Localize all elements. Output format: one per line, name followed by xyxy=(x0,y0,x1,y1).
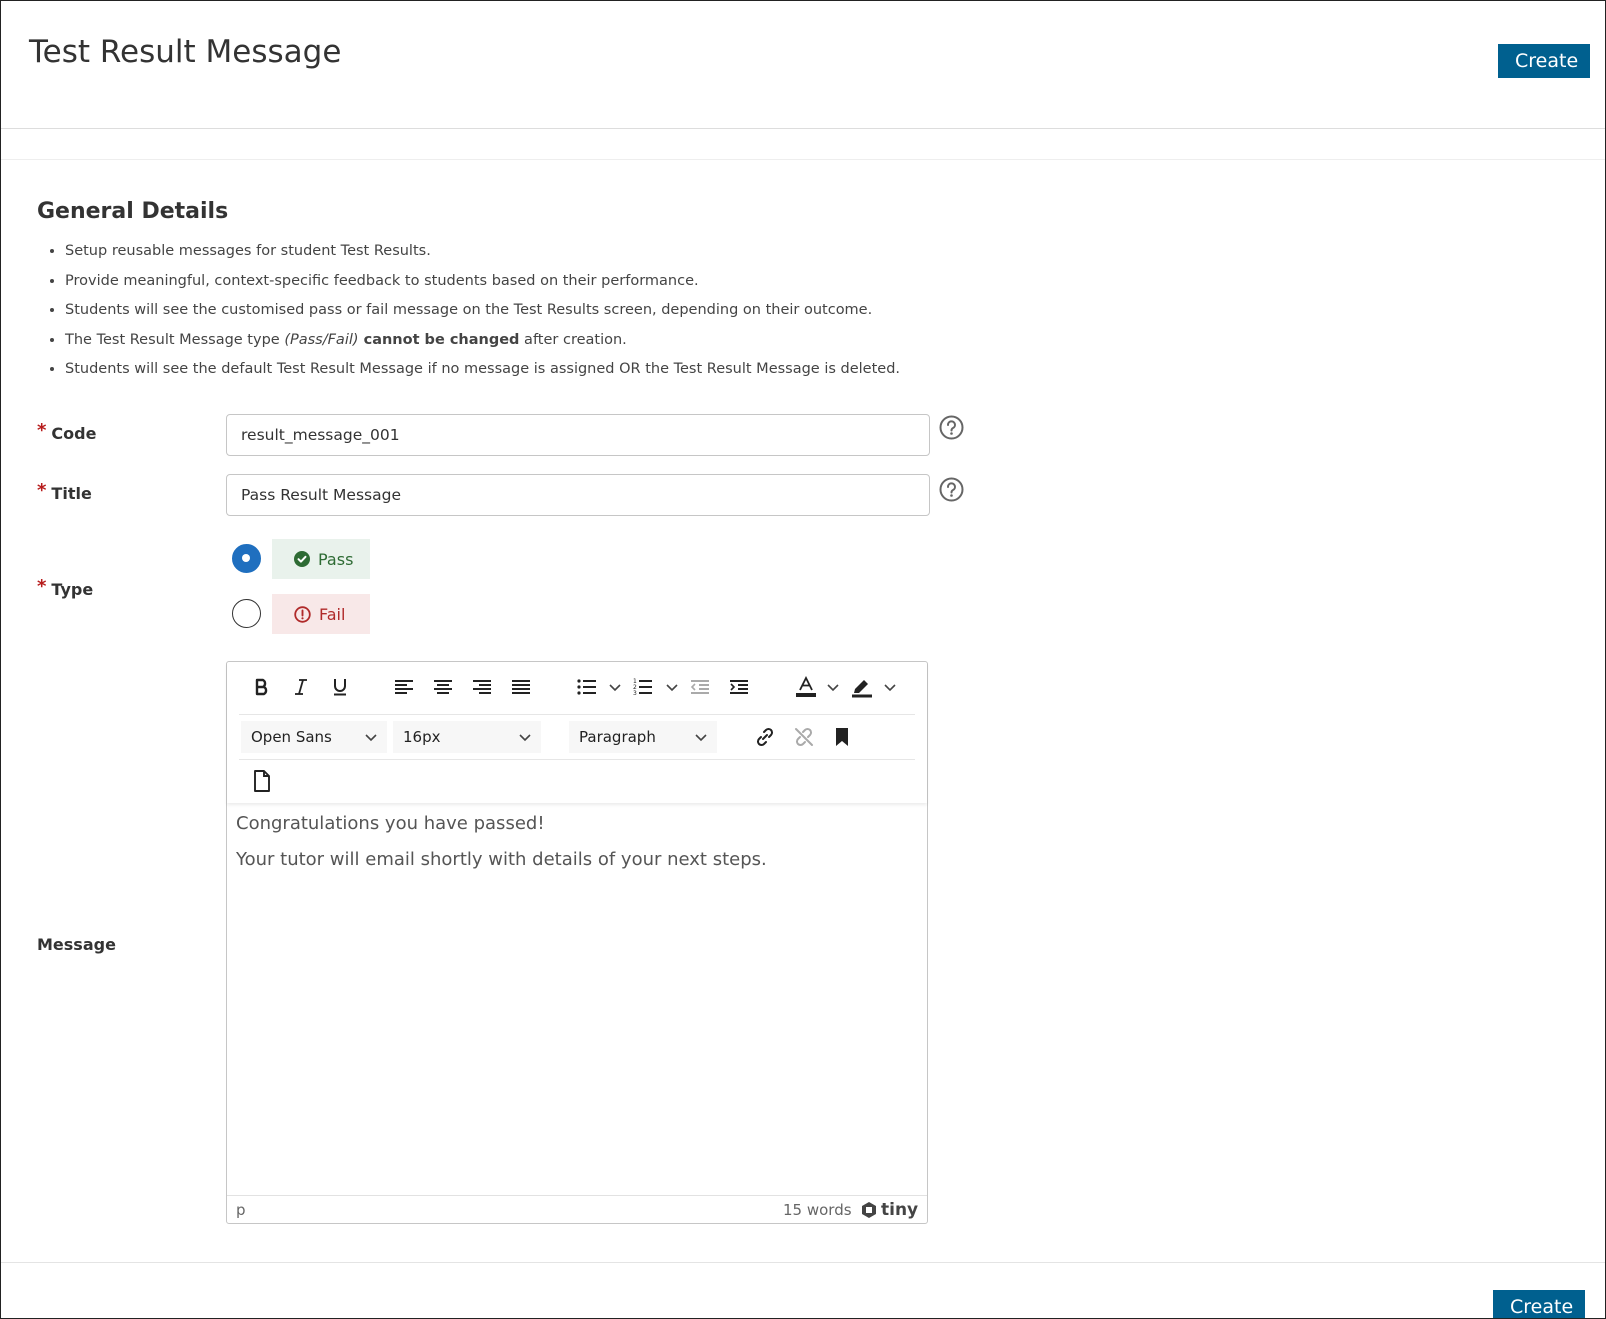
block-format-select[interactable]: Paragraph xyxy=(569,721,717,753)
alert-circle-icon xyxy=(294,605,311,623)
highlight-icon[interactable] xyxy=(845,670,879,704)
tiny-logo[interactable]: tiny xyxy=(860,1200,918,1220)
type-pass-radio[interactable] xyxy=(232,544,261,573)
editor-toolbar: 123 Open Sans 16px Paragraph xyxy=(227,662,927,803)
word-count[interactable]: 15 words xyxy=(783,1201,852,1219)
info-item: The Test Result Message type (Pass/Fail)… xyxy=(65,330,965,360)
toolbar-row xyxy=(239,760,915,802)
page-title: Test Result Message xyxy=(29,34,342,70)
rich-text-editor[interactable]: 123 Open Sans 16px Paragraph Congratulat… xyxy=(226,661,928,1224)
chevron-down-icon[interactable] xyxy=(884,683,896,693)
code-label-text: Code xyxy=(51,424,97,443)
content-paragraph: Congratulations you have passed! xyxy=(236,813,545,834)
info-item: Setup reusable messages for student Test… xyxy=(65,241,965,271)
toolbar-row: Open Sans 16px Paragraph xyxy=(239,715,915,760)
help-icon[interactable] xyxy=(939,477,964,502)
italic-icon[interactable] xyxy=(284,670,318,704)
align-right-icon[interactable] xyxy=(465,670,499,704)
pass-label: Pass xyxy=(318,549,354,569)
pass-badge[interactable]: Pass xyxy=(272,539,370,579)
type-label-text: Type xyxy=(51,580,94,599)
title-label-text: Title xyxy=(51,484,92,503)
chevron-down-icon[interactable] xyxy=(827,683,839,693)
page-header: Test Result Message Create xyxy=(1,1,1605,129)
bullet-list-icon[interactable] xyxy=(570,670,604,704)
info-item: Students will see the default Test Resul… xyxy=(65,359,965,389)
align-center-icon[interactable] xyxy=(426,670,460,704)
chevron-down-icon xyxy=(519,734,531,742)
underline-icon[interactable] xyxy=(323,670,357,704)
align-left-icon[interactable] xyxy=(387,670,421,704)
title-input[interactable] xyxy=(226,474,930,516)
divider xyxy=(1,159,1605,160)
type-label: * Type xyxy=(37,576,94,600)
required-mark: * xyxy=(37,420,47,441)
info-item: Provide meaningful, context-specific fee… xyxy=(65,271,965,301)
tiny-logo-text: tiny xyxy=(881,1200,919,1220)
chevron-down-icon xyxy=(365,734,377,742)
toolbar-row: 123 xyxy=(239,670,915,715)
numbered-list-icon[interactable]: 123 xyxy=(626,670,660,704)
info-italic: (Pass/Fail) xyxy=(284,331,359,348)
font-family-value: Open Sans xyxy=(251,728,332,746)
unlink-icon[interactable] xyxy=(787,720,821,754)
create-button-top[interactable]: Create xyxy=(1498,44,1590,78)
svg-text:3: 3 xyxy=(633,690,637,696)
divider xyxy=(1,1262,1605,1263)
required-mark: * xyxy=(37,480,47,501)
help-icon[interactable] xyxy=(939,415,964,440)
font-family-select[interactable]: Open Sans xyxy=(241,721,387,753)
info-list: Setup reusable messages for student Test… xyxy=(65,241,965,389)
text-color-icon[interactable] xyxy=(789,670,823,704)
element-path[interactable]: p xyxy=(236,1201,246,1219)
chevron-down-icon xyxy=(695,734,707,742)
create-button-bottom[interactable]: Create xyxy=(1493,1290,1585,1318)
title-label: * Title xyxy=(37,480,92,504)
font-size-value: 16px xyxy=(403,728,441,746)
align-justify-icon[interactable] xyxy=(504,670,538,704)
fail-badge[interactable]: Fail xyxy=(272,594,370,634)
content-paragraph: Your tutor will email shortly with detai… xyxy=(236,849,767,870)
bookmark-icon[interactable] xyxy=(825,720,859,754)
info-text: The Test Result Message type xyxy=(65,331,285,348)
editor-content[interactable]: Congratulations you have passed! Your tu… xyxy=(236,812,916,884)
page-frame: Test Result Message Create General Detai… xyxy=(0,0,1606,1319)
code-input[interactable] xyxy=(226,414,930,456)
link-icon[interactable] xyxy=(748,720,782,754)
indent-icon[interactable] xyxy=(722,670,756,704)
chevron-down-icon[interactable] xyxy=(666,683,678,693)
info-bold: cannot be changed xyxy=(358,331,520,348)
info-item: Students will see the customised pass or… xyxy=(65,300,965,330)
section-title: General Details xyxy=(37,199,229,224)
bold-icon[interactable] xyxy=(245,670,279,704)
block-format-value: Paragraph xyxy=(579,728,656,746)
type-fail-radio[interactable] xyxy=(232,599,261,628)
required-mark: * xyxy=(37,576,47,597)
tiny-logo-icon xyxy=(862,1202,876,1218)
check-circle-icon xyxy=(294,551,310,567)
document-icon[interactable] xyxy=(245,764,279,798)
message-label: Message xyxy=(37,935,116,954)
code-label: * Code xyxy=(37,420,97,444)
editor-statusbar: p 15 words tiny xyxy=(227,1195,927,1223)
outdent-icon[interactable] xyxy=(683,670,717,704)
info-text: after creation. xyxy=(519,331,627,348)
font-size-select[interactable]: 16px xyxy=(393,721,541,753)
fail-label: Fail xyxy=(319,604,346,624)
chevron-down-icon[interactable] xyxy=(609,683,621,693)
